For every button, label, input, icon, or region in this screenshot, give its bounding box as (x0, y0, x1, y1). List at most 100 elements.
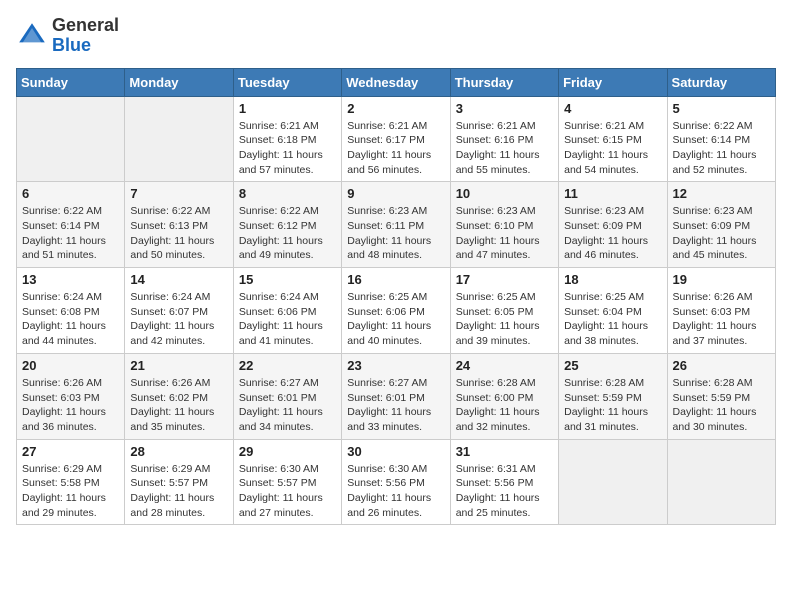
calendar-cell: 9Sunrise: 6:23 AMSunset: 6:11 PMDaylight… (342, 182, 450, 268)
calendar-cell: 18Sunrise: 6:25 AMSunset: 6:04 PMDayligh… (559, 268, 667, 354)
calendar-header-row: SundayMondayTuesdayWednesdayThursdayFrid… (17, 68, 776, 96)
day-info: Sunrise: 6:21 AMSunset: 6:17 PMDaylight:… (347, 119, 444, 178)
day-info: Sunrise: 6:23 AMSunset: 6:09 PMDaylight:… (673, 204, 770, 263)
calendar-table: SundayMondayTuesdayWednesdayThursdayFrid… (16, 68, 776, 526)
day-number: 23 (347, 358, 444, 373)
day-info: Sunrise: 6:24 AMSunset: 6:08 PMDaylight:… (22, 290, 119, 349)
calendar-cell: 26Sunrise: 6:28 AMSunset: 5:59 PMDayligh… (667, 353, 775, 439)
day-info: Sunrise: 6:25 AMSunset: 6:06 PMDaylight:… (347, 290, 444, 349)
calendar-cell: 2 Sunrise: 6:21 AMSunset: 6:17 PMDaylight… (342, 96, 450, 182)
day-number: 3 (456, 101, 553, 116)
day-number: 25 (564, 358, 661, 373)
day-info: Sunrise: 6:21 AMSunset: 6:16 PMDaylight:… (456, 119, 553, 178)
calendar-cell: 17 Sunrise: 6:25 AMSunset: 6:05 PMDayligh… (450, 268, 558, 354)
day-info: Sunrise: 6:22 AMSunset: 6:13 PMDaylight:… (130, 204, 227, 263)
calendar-cell: 28 Sunrise: 6:29 AMSunset: 5:57 PMDayligh… (125, 439, 233, 525)
day-info: Sunrise: 6:26 AMSunset: 6:03 PMDaylight:… (673, 290, 770, 349)
day-info: Sunrise: 6:23 AMSunset: 6:09 PMDaylight:… (564, 204, 661, 263)
day-info: Sunrise: 6:25 AMSunset: 6:05 PMDaylight:… (456, 290, 553, 349)
calendar-cell: 23Sunrise: 6:27 AMSunset: 6:01 PMDayligh… (342, 353, 450, 439)
day-number: 13 (22, 272, 119, 287)
calendar-cell: 10 Sunrise: 6:23 AMSunset: 6:10 PMDayligh… (450, 182, 558, 268)
day-info: Sunrise: 6:26 AMSunset: 6:03 PMDaylight:… (22, 376, 119, 435)
day-number: 12 (673, 186, 770, 201)
day-number: 22 (239, 358, 336, 373)
calendar-cell: 12 Sunrise: 6:23 AMSunset: 6:09 PMDayligh… (667, 182, 775, 268)
calendar-week-row: 27Sunrise: 6:29 AMSunset: 5:58 PMDayligh… (17, 439, 776, 525)
day-number: 18 (564, 272, 661, 287)
day-of-week-header: Wednesday (342, 68, 450, 96)
calendar-cell: 5 Sunrise: 6:22 AMSunset: 6:14 PMDaylight… (667, 96, 775, 182)
day-number: 24 (456, 358, 553, 373)
day-number: 19 (673, 272, 770, 287)
day-number: 2 (347, 101, 444, 116)
calendar-week-row: 1 Sunrise: 6:21 AMSunset: 6:18 PMDaylight… (17, 96, 776, 182)
day-info: Sunrise: 6:24 AMSunset: 6:06 PMDaylight:… (239, 290, 336, 349)
day-info: Sunrise: 6:28 AMSunset: 5:59 PMDaylight:… (564, 376, 661, 435)
day-info: Sunrise: 6:22 AMSunset: 6:14 PMDaylight:… (22, 204, 119, 263)
day-info: Sunrise: 6:28 AMSunset: 6:00 PMDaylight:… (456, 376, 553, 435)
day-info: Sunrise: 6:30 AMSunset: 5:57 PMDaylight:… (239, 462, 336, 521)
day-info: Sunrise: 6:27 AMSunset: 6:01 PMDaylight:… (239, 376, 336, 435)
page-header: General Blue (16, 16, 776, 56)
calendar-cell (125, 96, 233, 182)
day-number: 8 (239, 186, 336, 201)
day-number: 28 (130, 444, 227, 459)
day-of-week-header: Saturday (667, 68, 775, 96)
day-info: Sunrise: 6:29 AMSunset: 5:57 PMDaylight:… (130, 462, 227, 521)
calendar-cell: 4Sunrise: 6:21 AMSunset: 6:15 PMDaylight… (559, 96, 667, 182)
calendar-cell: 16Sunrise: 6:25 AMSunset: 6:06 PMDayligh… (342, 268, 450, 354)
day-of-week-header: Friday (559, 68, 667, 96)
day-number: 6 (22, 186, 119, 201)
calendar-cell: 27Sunrise: 6:29 AMSunset: 5:58 PMDayligh… (17, 439, 125, 525)
calendar-week-row: 20 Sunrise: 6:26 AMSunset: 6:03 PMDayligh… (17, 353, 776, 439)
logo-text: General Blue (52, 16, 119, 56)
day-number: 17 (456, 272, 553, 287)
calendar-cell: 15 Sunrise: 6:24 AMSunset: 6:06 PMDayligh… (233, 268, 341, 354)
day-info: Sunrise: 6:23 AMSunset: 6:10 PMDaylight:… (456, 204, 553, 263)
day-number: 5 (673, 101, 770, 116)
day-number: 11 (564, 186, 661, 201)
logo: General Blue (16, 16, 119, 56)
calendar-cell: 14Sunrise: 6:24 AMSunset: 6:07 PMDayligh… (125, 268, 233, 354)
calendar-cell: 20 Sunrise: 6:26 AMSunset: 6:03 PMDayligh… (17, 353, 125, 439)
calendar-cell (559, 439, 667, 525)
calendar-cell: 30Sunrise: 6:30 AMSunset: 5:56 PMDayligh… (342, 439, 450, 525)
day-of-week-header: Tuesday (233, 68, 341, 96)
calendar-cell: 13 Sunrise: 6:24 AMSunset: 6:08 PMDayligh… (17, 268, 125, 354)
calendar-week-row: 13 Sunrise: 6:24 AMSunset: 6:08 PMDayligh… (17, 268, 776, 354)
day-number: 26 (673, 358, 770, 373)
day-number: 21 (130, 358, 227, 373)
calendar-cell: 8 Sunrise: 6:22 AMSunset: 6:12 PMDaylight… (233, 182, 341, 268)
day-number: 20 (22, 358, 119, 373)
day-number: 30 (347, 444, 444, 459)
calendar-cell: 25 Sunrise: 6:28 AMSunset: 5:59 PMDayligh… (559, 353, 667, 439)
logo-icon (16, 20, 48, 52)
day-info: Sunrise: 6:22 AMSunset: 6:14 PMDaylight:… (673, 119, 770, 178)
day-info: Sunrise: 6:29 AMSunset: 5:58 PMDaylight:… (22, 462, 119, 521)
day-number: 7 (130, 186, 227, 201)
day-info: Sunrise: 6:26 AMSunset: 6:02 PMDaylight:… (130, 376, 227, 435)
calendar-cell: 21 Sunrise: 6:26 AMSunset: 6:02 PMDayligh… (125, 353, 233, 439)
day-of-week-header: Monday (125, 68, 233, 96)
day-number: 31 (456, 444, 553, 459)
day-info: Sunrise: 6:23 AMSunset: 6:11 PMDaylight:… (347, 204, 444, 263)
calendar-cell (667, 439, 775, 525)
day-info: Sunrise: 6:21 AMSunset: 6:18 PMDaylight:… (239, 119, 336, 178)
calendar-cell: 31Sunrise: 6:31 AMSunset: 5:56 PMDayligh… (450, 439, 558, 525)
day-info: Sunrise: 6:24 AMSunset: 6:07 PMDaylight:… (130, 290, 227, 349)
calendar-cell: 6 Sunrise: 6:22 AMSunset: 6:14 PMDaylight… (17, 182, 125, 268)
day-number: 29 (239, 444, 336, 459)
calendar-cell: 22 Sunrise: 6:27 AMSunset: 6:01 PMDayligh… (233, 353, 341, 439)
day-number: 15 (239, 272, 336, 287)
calendar-cell: 11 Sunrise: 6:23 AMSunset: 6:09 PMDayligh… (559, 182, 667, 268)
day-info: Sunrise: 6:22 AMSunset: 6:12 PMDaylight:… (239, 204, 336, 263)
day-of-week-header: Thursday (450, 68, 558, 96)
calendar-week-row: 6 Sunrise: 6:22 AMSunset: 6:14 PMDaylight… (17, 182, 776, 268)
calendar-cell: 29 Sunrise: 6:30 AMSunset: 5:57 PMDayligh… (233, 439, 341, 525)
calendar-cell (17, 96, 125, 182)
day-number: 10 (456, 186, 553, 201)
day-number: 1 (239, 101, 336, 116)
calendar-cell: 7 Sunrise: 6:22 AMSunset: 6:13 PMDaylight… (125, 182, 233, 268)
day-number: 4 (564, 101, 661, 116)
